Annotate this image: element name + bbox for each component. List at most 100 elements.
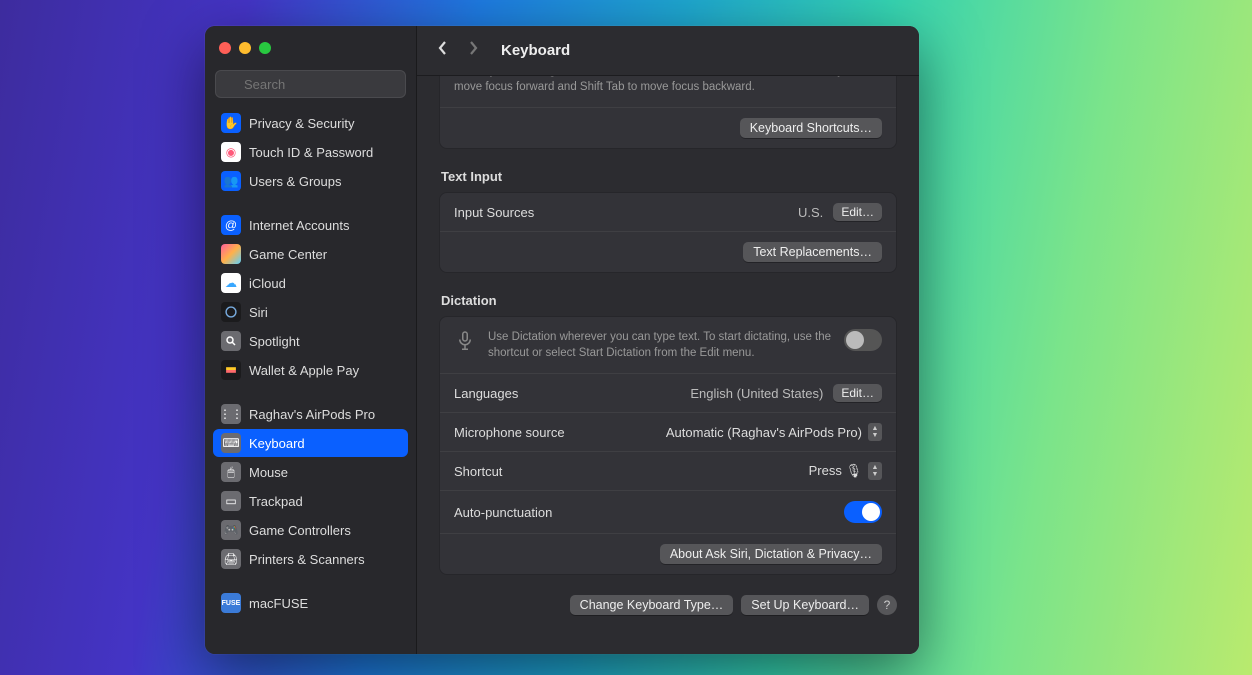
content-header: Keyboard	[417, 26, 919, 76]
about-dictation-privacy-button[interactable]: About Ask Siri, Dictation & Privacy…	[660, 544, 882, 564]
chevron-updown-icon: ▲▼	[868, 462, 882, 480]
controller-icon: 🎮	[221, 520, 241, 540]
sidebar-item-wallet[interactable]: Wallet & Apple Pay	[213, 356, 408, 384]
sidebar-item-keyboard[interactable]: ⌨ Keyboard	[213, 429, 408, 457]
keyboard-navigation-description: Use keyboard navigation to move focus be…	[454, 76, 882, 95]
sidebar-list[interactable]: ✋ Privacy & Security ◉ Touch ID & Passwo…	[205, 106, 416, 654]
input-sources-value: U.S.	[798, 205, 823, 220]
sidebar-item-touchid[interactable]: ◉ Touch ID & Password	[213, 138, 408, 166]
auto-punctuation-toggle[interactable]	[844, 501, 882, 523]
sidebar-item-label: Printers & Scanners	[249, 552, 365, 567]
sidebar-item-label: macFUSE	[249, 596, 308, 611]
auto-punctuation-row: Auto-punctuation	[440, 490, 896, 533]
sidebar-item-label: iCloud	[249, 276, 286, 291]
shortcut-value: Press 🎙	[809, 463, 862, 479]
sidebar-item-label: Keyboard	[249, 436, 305, 451]
dictation-group: Use Dictation wherever you can type text…	[439, 316, 897, 575]
settings-scroll-pane[interactable]: Use keyboard navigation to move focus be…	[417, 76, 919, 654]
sidebar-item-game-center[interactable]: Game Center	[213, 240, 408, 268]
microphone-source-select[interactable]: Automatic (Raghav's AirPods Pro) ▲▼	[666, 423, 882, 441]
icloud-icon: ☁	[221, 273, 241, 293]
page-title: Keyboard	[501, 42, 570, 59]
sidebar-item-mouse[interactable]: 🖱 Mouse	[213, 458, 408, 486]
mouse-icon: 🖱	[221, 462, 241, 482]
dictation-description: Use Dictation wherever you can type text…	[488, 329, 832, 361]
sidebar-item-printers[interactable]: 🖨 Printers & Scanners	[213, 545, 408, 573]
spotlight-icon	[221, 331, 241, 351]
window-controls	[205, 26, 416, 70]
sidebar-item-privacy[interactable]: ✋ Privacy & Security	[213, 109, 408, 137]
shortcut-select[interactable]: Press 🎙 ▲▼	[809, 462, 882, 480]
input-sources-edit-button[interactable]: Edit…	[833, 203, 882, 221]
sidebar-item-label: Siri	[249, 305, 268, 320]
sidebar-item-label: Internet Accounts	[249, 218, 349, 233]
sidebar-item-label: Touch ID & Password	[249, 145, 373, 160]
system-settings-window: ✋ Privacy & Security ◉ Touch ID & Passwo…	[205, 26, 919, 654]
zoom-window-button[interactable]	[259, 42, 271, 54]
sidebar-item-label: Spotlight	[249, 334, 300, 349]
sidebar-item-label: Raghav's AirPods Pro	[249, 407, 375, 422]
fingerprint-icon: ◉	[221, 142, 241, 162]
sidebar-item-label: Users & Groups	[249, 174, 341, 189]
trackpad-icon: ▭	[221, 491, 241, 511]
printer-icon: 🖨	[221, 549, 241, 569]
change-keyboard-type-button[interactable]: Change Keyboard Type…	[570, 595, 734, 615]
microphone-source-row: Microphone source Automatic (Raghav's Ai…	[440, 412, 896, 451]
microphone-icon	[454, 330, 476, 352]
gamecenter-icon	[221, 244, 241, 264]
auto-punctuation-label: Auto-punctuation	[454, 505, 552, 520]
minimize-window-button[interactable]	[239, 42, 251, 54]
text-input-group: Input Sources U.S. Edit… Text Replacemen…	[439, 192, 897, 273]
languages-label: Languages	[454, 386, 518, 401]
content-pane: Keyboard Use keyboard navigation to move…	[417, 26, 919, 654]
dictation-heading: Dictation	[441, 293, 897, 308]
sidebar-item-spotlight[interactable]: Spotlight	[213, 327, 408, 355]
keyboard-icon: ⌨	[221, 433, 241, 453]
keyboard-shortcuts-button[interactable]: Keyboard Shortcuts…	[740, 118, 882, 138]
text-input-heading: Text Input	[441, 169, 897, 184]
microphone-source-value: Automatic (Raghav's AirPods Pro)	[666, 425, 862, 440]
keyboard-navigation-group: Use keyboard navigation to move focus be…	[439, 76, 897, 149]
microphone-source-label: Microphone source	[454, 425, 565, 440]
fuse-icon: FUSE	[221, 593, 241, 613]
languages-row: Languages English (United States) Edit…	[440, 373, 896, 412]
search-input[interactable]	[215, 70, 406, 98]
sidebar-item-label: Game Controllers	[249, 523, 351, 538]
back-button[interactable]	[435, 40, 451, 61]
help-button[interactable]: ?	[877, 595, 897, 615]
text-replacements-button[interactable]: Text Replacements…	[743, 242, 882, 262]
airpods-icon: ⋮⋮	[221, 404, 241, 424]
sidebar-item-label: Game Center	[249, 247, 327, 262]
hand-icon: ✋	[221, 113, 241, 133]
forward-button[interactable]	[465, 40, 481, 61]
sidebar-item-trackpad[interactable]: ▭ Trackpad	[213, 487, 408, 515]
sidebar-item-label: Privacy & Security	[249, 116, 354, 131]
languages-edit-button[interactable]: Edit…	[833, 384, 882, 402]
languages-value: English (United States)	[690, 386, 823, 401]
close-window-button[interactable]	[219, 42, 231, 54]
sidebar-item-game-controllers[interactable]: 🎮 Game Controllers	[213, 516, 408, 544]
siri-icon	[221, 302, 241, 322]
at-icon: @	[221, 215, 241, 235]
input-sources-row[interactable]: Input Sources U.S. Edit…	[440, 193, 896, 231]
wallet-icon	[221, 360, 241, 380]
dictation-enable-row: Use Dictation wherever you can type text…	[440, 317, 896, 373]
sidebar-item-macfuse[interactable]: FUSE macFUSE	[213, 589, 408, 617]
dictation-toggle[interactable]	[844, 329, 882, 351]
users-icon: 👥	[221, 171, 241, 191]
sidebar-item-airpods[interactable]: ⋮⋮ Raghav's AirPods Pro	[213, 400, 408, 428]
sidebar: ✋ Privacy & Security ◉ Touch ID & Passwo…	[205, 26, 417, 654]
sidebar-item-siri[interactable]: Siri	[213, 298, 408, 326]
sidebar-item-label: Trackpad	[249, 494, 303, 509]
sidebar-item-label: Mouse	[249, 465, 288, 480]
sidebar-item-label: Wallet & Apple Pay	[249, 363, 359, 378]
sidebar-item-icloud[interactable]: ☁ iCloud	[213, 269, 408, 297]
footer-buttons: Change Keyboard Type… Set Up Keyboard… ?	[439, 595, 897, 615]
sidebar-item-users[interactable]: 👥 Users & Groups	[213, 167, 408, 195]
input-sources-label: Input Sources	[454, 205, 534, 220]
shortcut-row: Shortcut Press 🎙 ▲▼	[440, 451, 896, 490]
set-up-keyboard-button[interactable]: Set Up Keyboard…	[741, 595, 869, 615]
sidebar-item-internet-accounts[interactable]: @ Internet Accounts	[213, 211, 408, 239]
chevron-updown-icon: ▲▼	[868, 423, 882, 441]
shortcut-label: Shortcut	[454, 464, 502, 479]
